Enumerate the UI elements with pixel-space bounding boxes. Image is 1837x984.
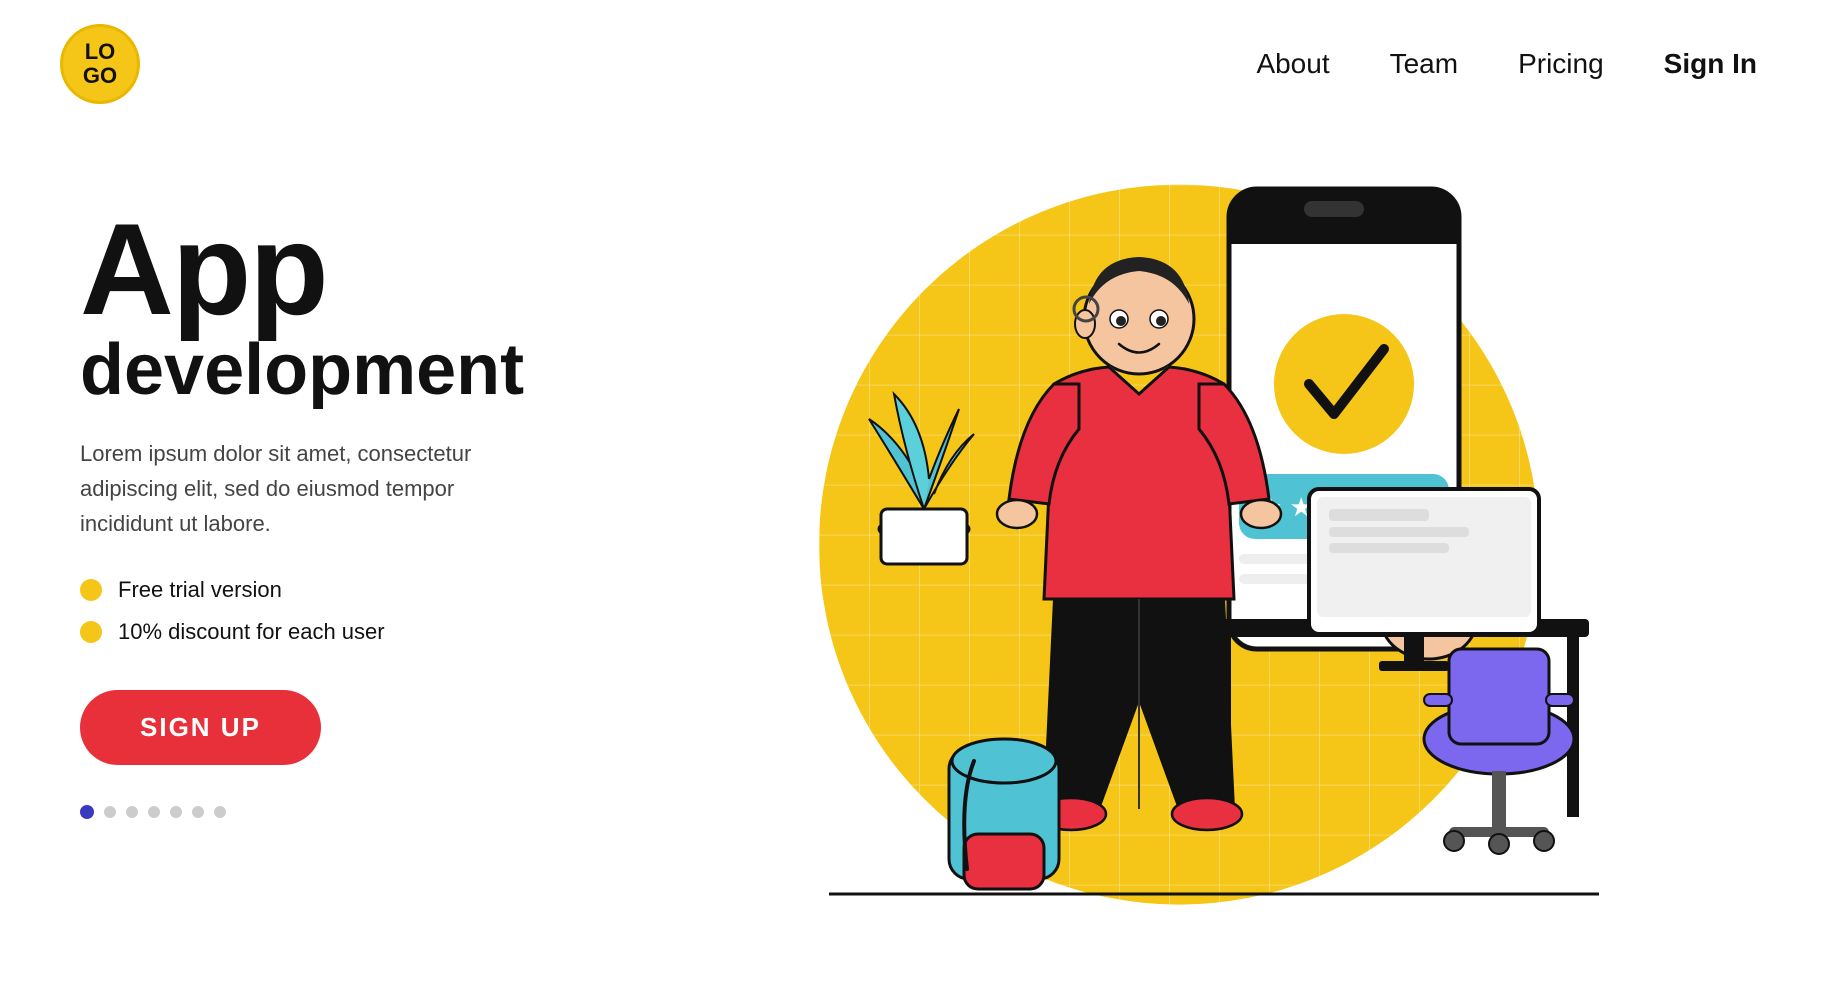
- feature-text-1: Free trial version: [118, 577, 282, 603]
- logo-text: LO GO: [83, 40, 117, 88]
- bullet-icon-1: [80, 579, 102, 601]
- dot-4[interactable]: [148, 806, 160, 818]
- feature-item-2: 10% discount for each user: [80, 619, 600, 645]
- hero-illustration: ★ ★ ★ ★ ★: [600, 144, 1757, 974]
- illustration: ★ ★ ★ ★ ★: [729, 139, 1629, 979]
- dot-6[interactable]: [192, 806, 204, 818]
- feature-item-1: Free trial version: [80, 577, 600, 603]
- dot-2[interactable]: [104, 806, 116, 818]
- chair-group: [1424, 649, 1574, 854]
- logo[interactable]: LO GO: [60, 24, 140, 104]
- dot-1[interactable]: [80, 805, 94, 819]
- backpack-group: [949, 739, 1059, 889]
- hero-title-app: App: [80, 204, 600, 334]
- nav-team[interactable]: Team: [1390, 48, 1458, 80]
- signup-button[interactable]: SIGN UP: [80, 690, 321, 765]
- nav-menu: About Team Pricing Sign In: [1256, 48, 1757, 80]
- bullet-icon-2: [80, 621, 102, 643]
- hero-title-development: development: [80, 334, 600, 406]
- nav-pricing[interactable]: Pricing: [1518, 48, 1604, 80]
- pagination-dots: [80, 805, 600, 819]
- nav-about[interactable]: About: [1256, 48, 1329, 80]
- main-illustration-svg: ★ ★ ★ ★ ★: [729, 139, 1629, 979]
- feature-text-2: 10% discount for each user: [118, 619, 385, 645]
- hero-left: App development Lorem ipsum dolor sit am…: [80, 144, 600, 819]
- features-list: Free trial version 10% discount for each…: [80, 577, 600, 645]
- hero-description: Lorem ipsum dolor sit amet, consectetur …: [80, 436, 480, 542]
- dot-7[interactable]: [214, 806, 226, 818]
- nav-signin[interactable]: Sign In: [1664, 48, 1757, 80]
- dot-5[interactable]: [170, 806, 182, 818]
- dot-3[interactable]: [126, 806, 138, 818]
- plant-group: [869, 394, 974, 564]
